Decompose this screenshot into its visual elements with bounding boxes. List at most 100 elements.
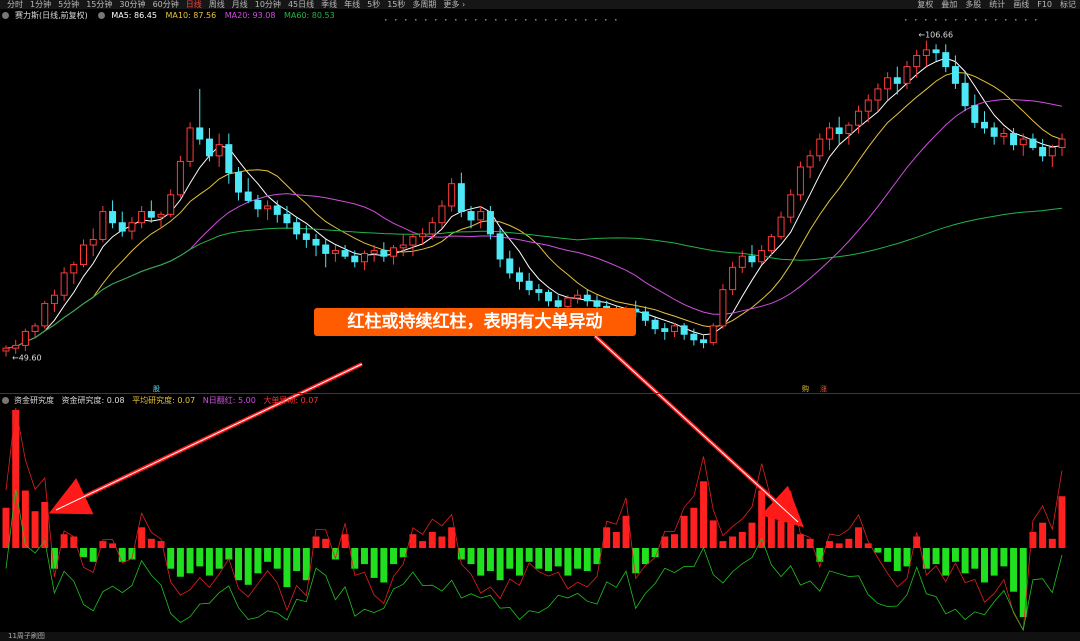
candle-body [312,238,320,246]
candle-body [283,213,291,224]
indicator-bar [147,538,155,548]
signal-dot [515,19,517,21]
signal-dot [925,19,927,21]
candle-body [903,66,911,84]
bottom-tab[interactable]: 11周子刷图 [8,632,45,640]
signal-dot [465,19,467,21]
indicator-bar [525,548,533,562]
indicator-bar [264,548,272,562]
candle-body [235,172,243,193]
indicator-bar [903,548,911,567]
candle-body [2,347,10,352]
indicator-bar [70,536,78,548]
candle-body [893,77,901,84]
indicator-bar [583,548,591,571]
candle-body [961,82,969,107]
indicator-bar [302,548,310,581]
candle-body [99,211,107,240]
indicator-bar [283,548,291,588]
indicator-bar [80,548,87,558]
pane-divider[interactable] [0,393,1080,394]
event-marker-1: 股 [153,385,160,393]
candle-body [215,144,223,157]
arrow-left-highlight [55,363,363,511]
candle-body [680,325,688,335]
signal-dot [435,19,437,21]
candle-body [593,300,601,307]
indicator-bar [419,541,427,548]
indicator-bar [1019,548,1027,617]
candle-body [661,328,669,332]
indicator-bar [380,548,388,583]
candle-body [787,194,795,218]
indicator-bar [89,548,97,562]
candle-body [951,66,959,84]
indicator-bar [855,527,863,548]
candle-body [932,49,940,54]
signal-dot [485,19,487,21]
candle-body [60,272,68,296]
candle-body [913,54,921,68]
candle-body [980,121,988,129]
candle-body [457,183,465,213]
candle-body [293,222,301,235]
indicator-bar [981,548,988,583]
candle-body [1029,138,1037,148]
candle-body [670,325,678,332]
ma-line-ma10 [5,71,1063,349]
indicator-bar [2,507,10,548]
indicator-bar [467,548,475,565]
arrow-right-highlight [594,335,799,523]
indicator-bar [690,507,698,548]
candle-body [176,160,184,196]
candle-body [1048,146,1056,157]
candle-body [709,325,717,344]
signal-dot [1015,19,1017,21]
signal-dot [535,19,537,21]
indicator-bar [438,536,446,548]
indicator-settings-dot-icon[interactable] [2,397,9,404]
candle-body [1058,138,1066,148]
indicator-bar [273,548,281,569]
candle-body [147,211,155,218]
signal-dot [615,19,617,21]
indicator-bar [670,534,678,548]
candle-body [641,311,649,321]
indicator-bar [777,520,785,548]
candle-body [729,266,737,291]
indicator-bar [138,527,146,548]
candle-body [496,233,504,260]
indicator-bar [1000,548,1008,567]
indicator-bar [700,481,708,548]
indicator-bar [225,548,233,560]
indicator-bar [370,548,378,578]
signal-dot [495,19,497,21]
candle-body [922,49,930,56]
candle-body [351,255,359,263]
signal-dot [945,19,947,21]
indicator-name: 资金研究度 [14,396,54,405]
indicator-bar [961,548,969,574]
candle-body [89,238,97,246]
candle-body [380,250,388,257]
indicator-value-1: 资金研究度: 0.08 [61,396,125,405]
indicator-bar [767,513,775,548]
candle-body [205,138,213,157]
candle-body [12,344,20,349]
indicator-bar [118,548,126,562]
indicator-bar [612,531,620,548]
indicator-bar [186,548,194,574]
candle-body [448,183,456,207]
indicator-bar [535,548,543,569]
candle-body [254,199,262,210]
candle-body [719,289,727,327]
indicator-bar [167,548,175,569]
candle-body [855,110,863,126]
candle-body [390,247,398,257]
candle-body [816,138,824,157]
indicator-bar [874,548,882,553]
candle-body [273,205,281,215]
candle-body [467,211,475,221]
signal-dot [455,19,457,21]
low-price-label: ←49.60 [12,354,42,363]
